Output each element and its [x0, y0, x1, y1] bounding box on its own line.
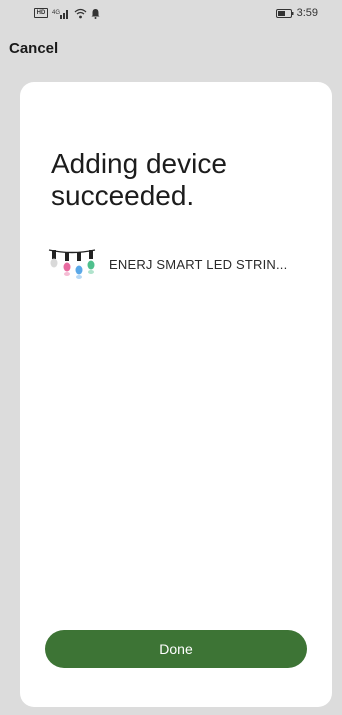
device-row: ENERJ SMART LED STRIN...	[47, 246, 317, 282]
wifi-icon	[74, 8, 87, 18]
status-left-icons: HD 4G	[34, 8, 100, 19]
notification-icon	[91, 8, 100, 19]
device-name: ENERJ SMART LED STRIN...	[109, 256, 288, 272]
status-time: 3:59	[296, 7, 318, 19]
signal-icon: 4G	[52, 9, 68, 19]
status-right-icons: 3:59	[275, 7, 318, 19]
page-title: Adding device succeeded.	[51, 148, 227, 211]
battery-icon	[275, 8, 294, 18]
success-card: Adding device succeeded. ENERJ SMART LED…	[20, 82, 332, 707]
svg-text:4G: 4G	[52, 10, 60, 16]
hd-icon: HD	[34, 8, 48, 18]
cancel-button[interactable]: Cancel	[9, 40, 58, 57]
done-button[interactable]: Done	[45, 630, 307, 668]
status-bar: HD 4G 3:59	[0, 0, 342, 26]
led-string-lights-icon	[48, 249, 96, 279]
